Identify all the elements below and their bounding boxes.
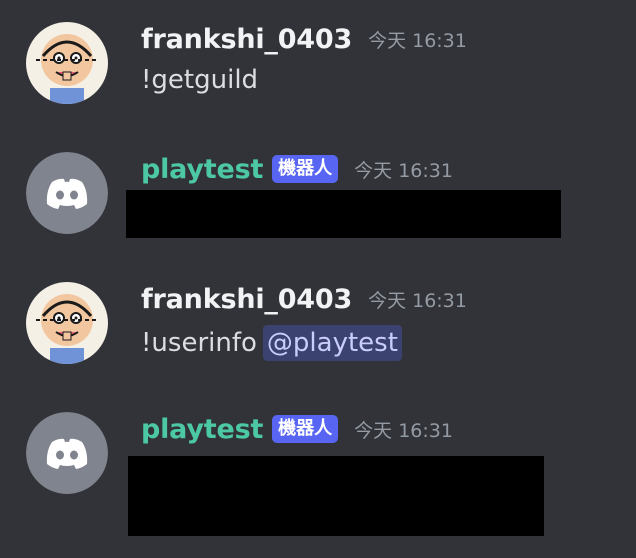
redacted-content bbox=[126, 190, 561, 238]
message-text: !userinfo bbox=[141, 328, 257, 358]
timestamp: 今天 16:31 bbox=[354, 419, 453, 442]
chat-messages: frankshi_0403 今天 16:31 !getguild playtes… bbox=[0, 0, 636, 558]
user-mention[interactable]: @playtest bbox=[262, 325, 402, 361]
username[interactable]: playtest bbox=[141, 154, 263, 185]
username[interactable]: playtest bbox=[141, 414, 263, 445]
timestamp: 今天 16:31 bbox=[368, 289, 467, 312]
timestamp: 今天 16:31 bbox=[368, 29, 467, 52]
username[interactable]: frankshi_0403 bbox=[141, 24, 352, 55]
redacted-content bbox=[128, 456, 544, 536]
message-header: playtest 機器人 今天 16:31 bbox=[141, 412, 453, 446]
message-header: frankshi_0403 今天 16:31 bbox=[141, 22, 467, 56]
message-text: !getguild bbox=[141, 65, 259, 95]
message-content: !getguild bbox=[141, 65, 258, 95]
discord-logo-avatar[interactable] bbox=[26, 152, 108, 234]
message-content: !userinfo @playtest bbox=[141, 325, 402, 361]
message-header: frankshi_0403 今天 16:31 bbox=[141, 282, 467, 316]
username[interactable]: frankshi_0403 bbox=[141, 284, 352, 315]
cartoon-face-avatar[interactable] bbox=[26, 22, 108, 104]
bot-tag: 機器人 bbox=[272, 415, 339, 443]
discord-logo-avatar[interactable] bbox=[26, 412, 108, 494]
timestamp: 今天 16:31 bbox=[354, 159, 453, 182]
message-header: playtest 機器人 今天 16:31 bbox=[141, 152, 453, 186]
bot-tag: 機器人 bbox=[272, 155, 339, 183]
cartoon-face-avatar[interactable] bbox=[26, 282, 108, 364]
